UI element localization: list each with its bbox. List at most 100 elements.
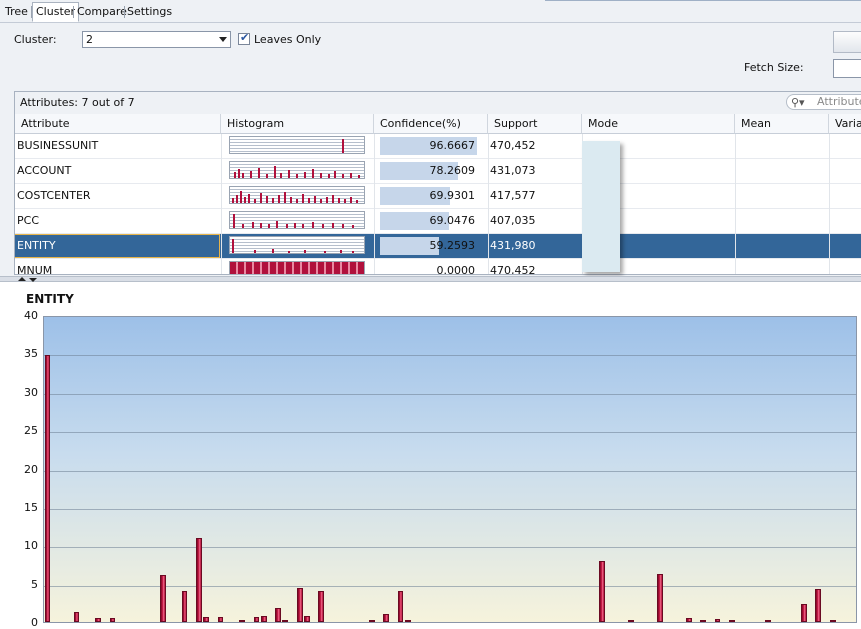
histogram-sparkline (229, 161, 365, 179)
confidence-value: 69.0476 (429, 214, 476, 227)
confidence-value: 96.6667 (429, 139, 476, 152)
sparkline-bar (260, 223, 262, 228)
sparkline-bar (350, 173, 352, 178)
sparkline-bar (328, 174, 330, 178)
sparkline-bar (340, 250, 342, 253)
chart-bar[interactable] (685, 618, 692, 622)
chart-bar[interactable] (95, 618, 101, 622)
mode-popup (582, 141, 620, 272)
sparkline-bar (320, 173, 322, 178)
chart-bar[interactable] (657, 573, 663, 622)
chart-bar[interactable] (73, 612, 80, 622)
fetch-size-input[interactable] (833, 59, 861, 78)
collapse-up-icon[interactable] (18, 277, 26, 281)
sparkline-bar (254, 199, 256, 203)
sparkline-bar (233, 214, 235, 228)
chart-bar[interactable] (628, 619, 634, 622)
chart-bar[interactable] (260, 615, 267, 622)
support-cell: 470,452 (490, 264, 536, 275)
histogram-sparkline (229, 186, 365, 204)
sparkline-bar (324, 251, 326, 253)
chart-bar[interactable] (397, 590, 404, 622)
column-header-mean[interactable]: Mean (735, 114, 829, 134)
sparkline-bar (266, 196, 268, 203)
chart-bar[interactable] (815, 589, 822, 622)
chart-bar[interactable] (829, 619, 836, 622)
gridline (44, 470, 856, 472)
sparkline-bar (342, 224, 344, 228)
y-tick-label: 15 (24, 500, 38, 514)
leaves-only-checkbox[interactable]: ✔ (238, 31, 250, 45)
chart-bar[interactable] (217, 617, 224, 622)
sparkline-bar (280, 173, 282, 178)
tab-bar: Tree Cluster Compare Settings (0, 0, 861, 23)
attribute-cell: BUSINESSUNIT (17, 139, 99, 152)
attribute-cell: COSTCENTER (17, 189, 91, 202)
chart-bar[interactable] (404, 619, 411, 622)
sparkline-bar (236, 195, 238, 203)
sparkline-bar (296, 174, 298, 178)
tab-settings[interactable]: Settings (124, 3, 175, 21)
tab-tree[interactable]: Tree (2, 3, 31, 21)
chart-bar[interactable] (239, 620, 245, 622)
chart-bar[interactable] (765, 620, 771, 622)
sparkline-bar (296, 199, 298, 203)
attribute-search-input[interactable]: ⚲▾ Attribute (786, 94, 861, 110)
gridline (44, 508, 856, 510)
chart-bar[interactable] (109, 618, 116, 622)
column-header-attribute[interactable]: Attribute (15, 114, 221, 134)
column-header-mode[interactable]: Mode (582, 114, 735, 134)
chart-bar[interactable] (282, 619, 289, 622)
column-header-histogram[interactable]: Histogram (221, 114, 374, 134)
attribute-cell: PCC (17, 214, 39, 227)
column-divider (221, 134, 222, 274)
histogram-chart-panel: ENTITY 0 5 10 15 20 25 30 35 40 (0, 282, 861, 629)
tab-cluster[interactable]: Cluster (32, 2, 80, 22)
column-header-confidence[interactable]: Confidence(%) (374, 114, 488, 134)
sparkline-bar (320, 199, 322, 203)
column-header-support[interactable]: Support (488, 114, 582, 134)
sparkline-bar (242, 224, 244, 228)
sparkline-bar (304, 172, 306, 178)
gridline (44, 393, 856, 395)
fetch-size-label: Fetch Size: (744, 61, 804, 74)
chart-bar[interactable] (383, 614, 390, 622)
sparkline-bar (352, 251, 354, 253)
column-divider (488, 134, 489, 274)
gridline (44, 585, 856, 587)
chart-bar[interactable] (368, 619, 375, 622)
sparkline-bar (356, 200, 358, 203)
column-header-variance[interactable]: Varian (829, 114, 861, 134)
tab-bar-accent-line (545, 0, 861, 1)
tab-compare[interactable]: Compare (74, 3, 130, 21)
y-tick-label: 5 (31, 577, 38, 591)
chart-bar[interactable] (714, 618, 721, 622)
support-cell: 417,577 (490, 189, 536, 202)
chart-bar[interactable] (275, 608, 281, 622)
chart-bar[interactable] (318, 590, 325, 622)
confidence-value: 0.0000 (436, 264, 476, 275)
attribute-cell: MNUM (17, 264, 53, 275)
chart-bar[interactable] (304, 615, 310, 622)
sparkline-bar (350, 197, 352, 203)
chart-bar[interactable] (195, 537, 202, 622)
chart-bar[interactable] (296, 588, 303, 622)
sparkline-bar (358, 175, 360, 178)
sparkline-bar (258, 168, 260, 178)
chart-bar[interactable] (729, 619, 735, 622)
sparkline-bar (272, 198, 274, 203)
chart-bar[interactable] (253, 617, 260, 622)
chart-bar[interactable] (203, 617, 209, 622)
cluster-select[interactable]: 2 (82, 31, 231, 48)
sparkline-bar (242, 173, 244, 178)
chart-bar[interactable] (801, 604, 807, 622)
toolbar-button[interactable] (833, 31, 861, 53)
support-cell: 431,073 (490, 164, 536, 177)
chart-bar[interactable] (44, 354, 51, 622)
chart-bar[interactable] (159, 575, 166, 622)
y-tick-label: 20 (24, 462, 38, 476)
chart-bar[interactable] (599, 561, 606, 622)
chart-bar[interactable] (181, 590, 188, 622)
y-tick-label: 10 (24, 539, 38, 553)
chart-bar[interactable] (700, 619, 706, 622)
